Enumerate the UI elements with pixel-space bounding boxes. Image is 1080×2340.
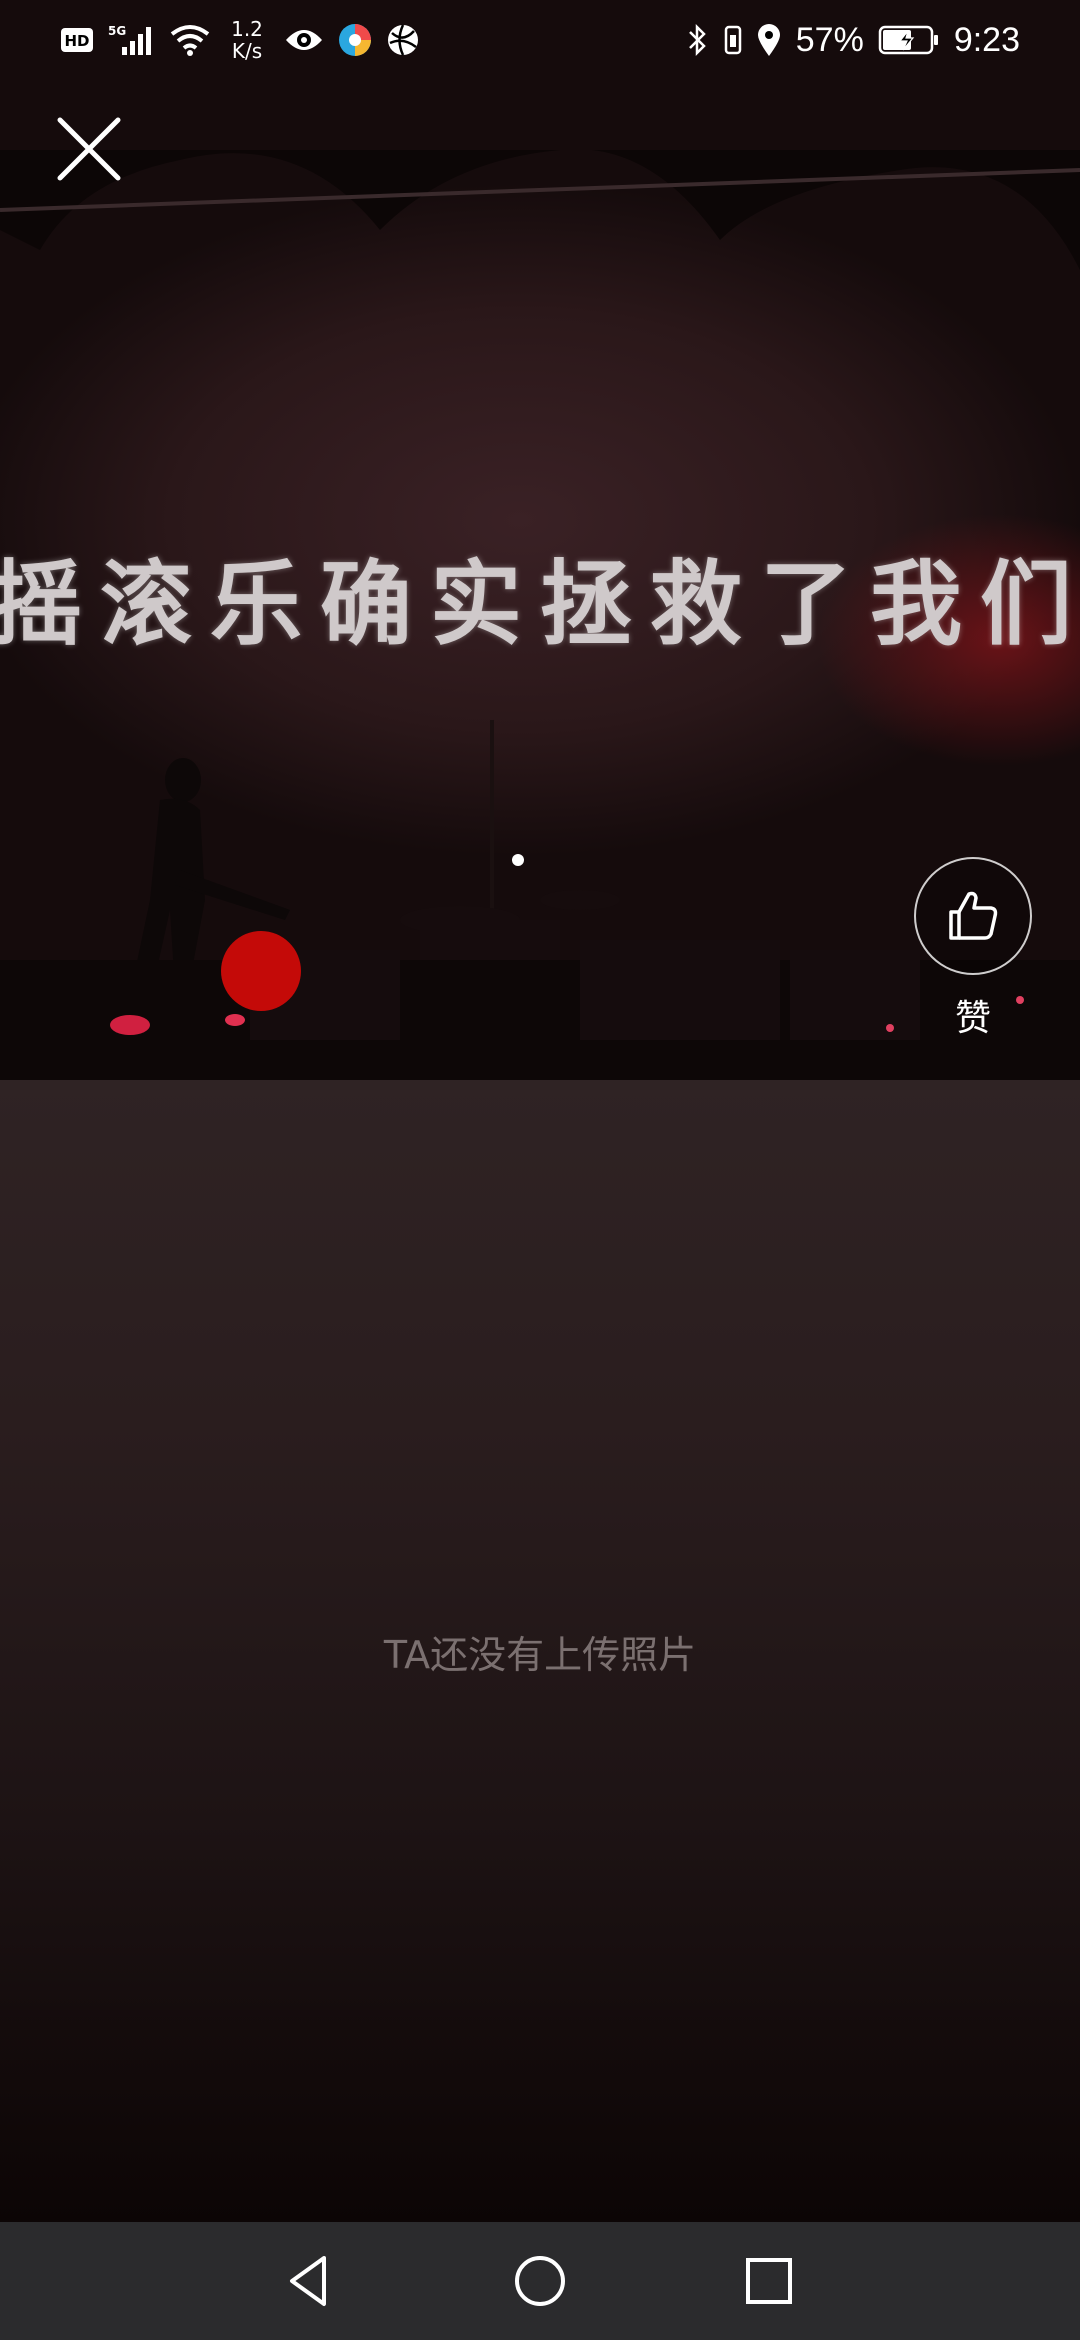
globe-app-icon: [386, 23, 420, 57]
eye-icon: [284, 26, 324, 54]
like-group: 赞: [912, 857, 1034, 1041]
nav-back-button[interactable]: [272, 2244, 346, 2318]
system-navigation-bar: [0, 2222, 1080, 2340]
like-label: 赞: [954, 998, 991, 1039]
vibrate-icon: [724, 25, 742, 55]
close-icon: [57, 117, 121, 181]
battery-charging-icon: [878, 25, 940, 55]
triangle-back-icon: [290, 2256, 326, 2306]
bluetooth-icon: [686, 23, 710, 57]
like-button[interactable]: [914, 857, 1032, 975]
hd-icon: HD: [60, 27, 94, 53]
signal-5g-icon: 5G: [108, 23, 156, 57]
clock: 9:23: [953, 20, 1020, 59]
nav-home-button[interactable]: [503, 2244, 577, 2318]
curtain-silhouette: [0, 150, 1080, 270]
circle-home-icon: [515, 2256, 565, 2306]
close-button[interactable]: [56, 116, 122, 182]
battery-percent: 57%: [795, 20, 864, 59]
square-recents-icon: [746, 2258, 792, 2304]
empty-photos-message: TA还没有上传照片: [383, 1633, 697, 1677]
red-dot-button[interactable]: [221, 931, 301, 1011]
net-speed: 1.2 K/s: [231, 17, 263, 63]
svg-text:5G: 5G: [108, 24, 126, 38]
stage-banner-text: 摇滚乐确实拯救了我们: [0, 550, 1080, 658]
nav-recents-button[interactable]: [732, 2244, 806, 2318]
status-bar: HD 5G 1.2 K/s 57% 9:23: [0, 0, 1080, 80]
svg-text:HD: HD: [64, 32, 89, 50]
wifi-icon: [170, 24, 210, 56]
colorful-app-icon: [338, 23, 372, 57]
location-icon: [756, 23, 782, 57]
thumbs-up-icon: [949, 891, 998, 940]
